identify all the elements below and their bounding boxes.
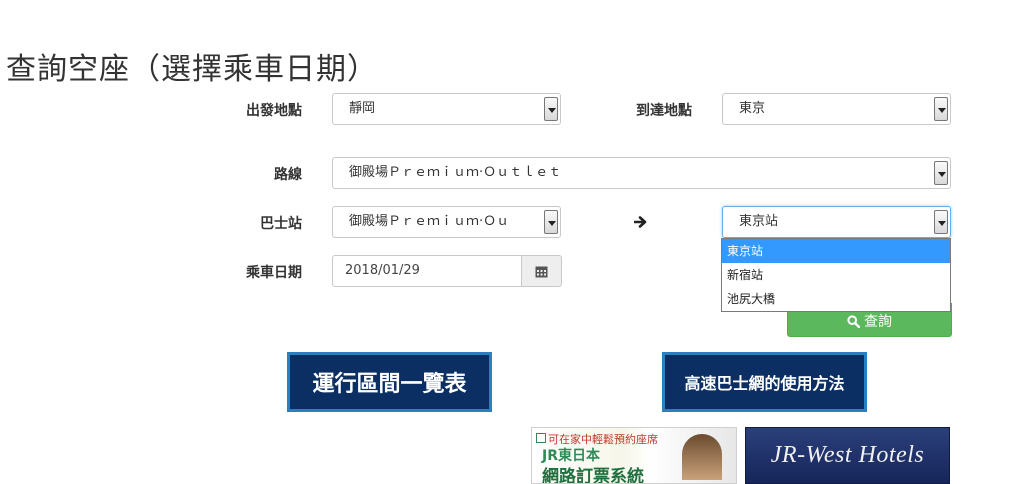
howto-button[interactable]: 高速巴士網的使用方法: [662, 352, 867, 412]
route-list-button[interactable]: 運行區間一覽表: [287, 352, 492, 412]
bus-stop-dropdown-list[interactable]: 東京站 新宿站 池尻大橋: [721, 238, 951, 312]
dropdown-option[interactable]: 東京站: [722, 239, 950, 263]
page-title: 查詢空座（選擇乘車日期）: [6, 52, 378, 87]
bus-stop-to-value: 東京站: [739, 214, 779, 229]
arrow-right-icon: [633, 214, 648, 233]
chevron-down-icon[interactable]: [544, 97, 558, 121]
arrival-select[interactable]: 東京: [722, 93, 951, 125]
arrival-label: 到達地點: [636, 103, 692, 119]
jr-west-hotels-banner[interactable]: JR-West Hotels: [745, 427, 950, 484]
calendar-button[interactable]: [522, 255, 562, 287]
arrival-value: 東京: [739, 101, 766, 116]
departure-select[interactable]: 靜岡: [332, 93, 561, 125]
date-label: 乘車日期: [246, 265, 302, 281]
departure-label: 出發地點: [246, 103, 302, 119]
route-select[interactable]: 御殿場Ｐｒｅｍｉｕｍ·Ｏｕｔｌｅｔ: [332, 157, 951, 189]
bus-stop-to-select[interactable]: 東京站: [722, 206, 951, 238]
date-input[interactable]: 2018/01/29: [332, 255, 522, 287]
jr-east-banner[interactable]: 可在家中輕鬆預約座席 JR東日本 網路訂票系統: [531, 427, 737, 484]
chevron-down-icon[interactable]: [544, 210, 558, 234]
bus-stop-from-value: 御殿場Ｐｒｅｍｉｕｍ·Ｏｕ: [349, 214, 510, 229]
calendar-icon: [535, 266, 548, 277]
departure-value: 靜岡: [349, 101, 376, 116]
chevron-down-icon[interactable]: [934, 97, 948, 121]
bus-stop-from-select[interactable]: 御殿場Ｐｒｅｍｉｕｍ·Ｏｕ: [332, 206, 561, 238]
bus-stop-label: 巴士站: [260, 216, 302, 232]
search-icon: [847, 314, 860, 328]
chevron-down-icon[interactable]: [934, 161, 948, 185]
route-value: 御殿場Ｐｒｅｍｉｕｍ·Ｏｕｔｌｅｔ: [349, 165, 562, 180]
jr-east-banner-title: 網路訂票系統: [542, 467, 644, 484]
search-button-label: 查詢: [864, 314, 892, 330]
external-link-icon: [536, 433, 546, 443]
chevron-down-icon[interactable]: [934, 210, 948, 234]
dropdown-option[interactable]: 新宿站: [722, 263, 950, 287]
dropdown-option[interactable]: 池尻大橋: [722, 287, 950, 311]
route-label: 路線: [274, 167, 302, 183]
person-image: [682, 434, 722, 480]
